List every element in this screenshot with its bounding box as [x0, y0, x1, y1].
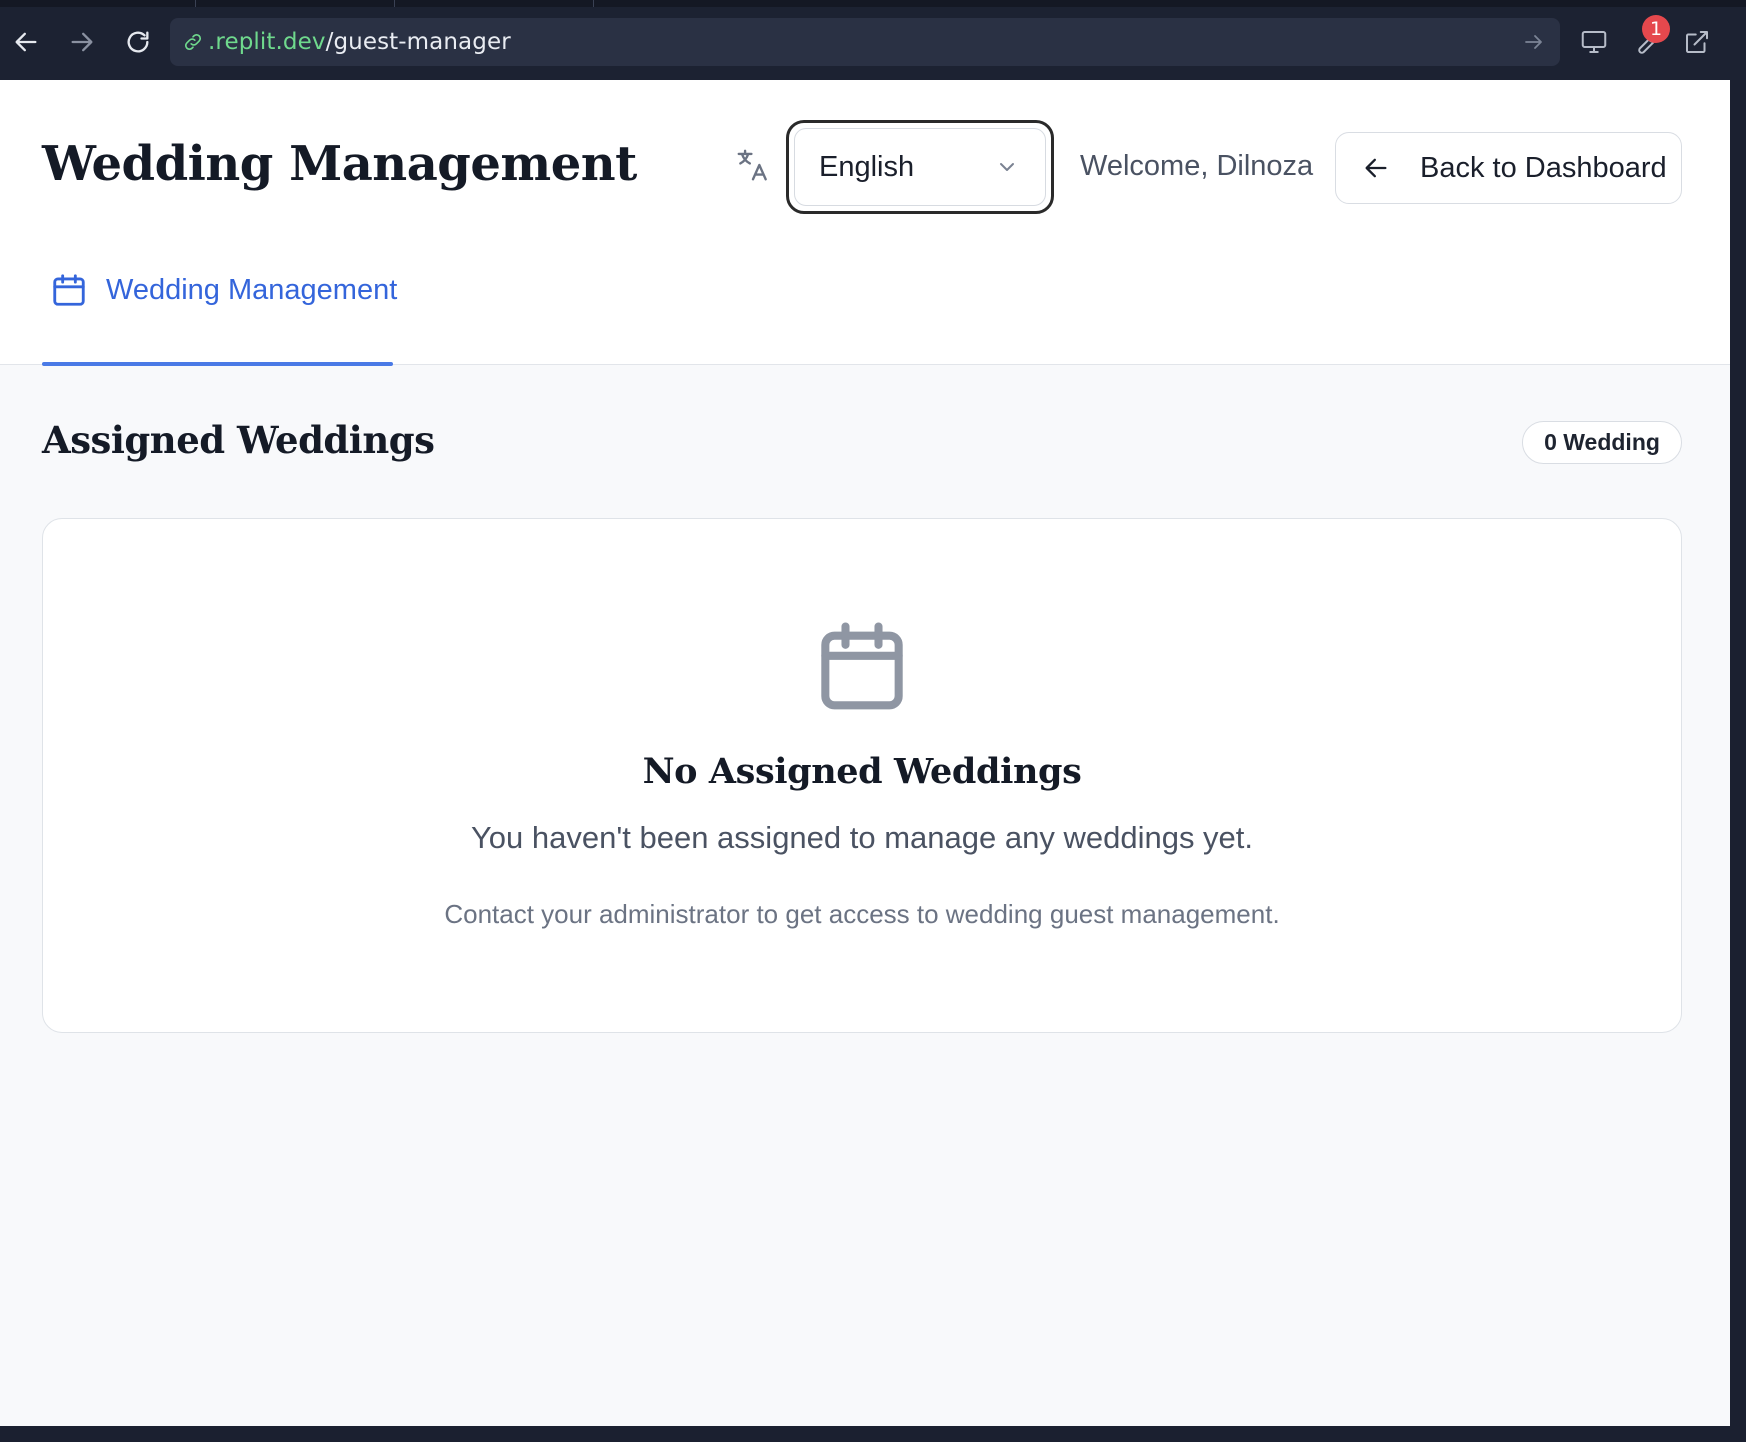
forward-arrow-icon — [71, 32, 93, 52]
tab-label: Wedding Management — [106, 274, 398, 306]
empty-state-subtitle: You haven't been assigned to manage any … — [470, 820, 1254, 855]
back-to-dashboard-button[interactable]: Back to Dashboard — [1335, 132, 1682, 204]
section-title: Assigned Weddings — [42, 418, 435, 462]
tab-wedding-management[interactable]: Wedding Management — [42, 260, 397, 366]
browser-forward-button[interactable] — [62, 22, 102, 62]
language-select[interactable]: English — [786, 120, 1054, 214]
chevron-down-icon — [1000, 163, 1014, 171]
translate-icon — [737, 149, 767, 181]
url-text: .replit.dev/guest-manager — [208, 29, 511, 55]
tab-separator — [394, 0, 395, 7]
calendar-icon — [53, 274, 85, 306]
browser-reload-button[interactable] — [118, 22, 158, 62]
back-arrow-icon — [15, 32, 37, 52]
back-to-dashboard-label: Back to Dashboard — [1420, 151, 1667, 184]
browser-toolbar: .replit.dev/guest-manager 1 — [0, 0, 1746, 80]
open-new-window-button[interactable] — [1677, 22, 1717, 62]
window-edge — [0, 1426, 1746, 1442]
monitor-icon — [1581, 31, 1607, 53]
arrow-left-icon — [1365, 158, 1387, 178]
empty-state-card: No Assigned Weddings You haven't been as… — [42, 518, 1682, 1033]
address-bar[interactable]: .replit.dev/guest-manager — [170, 18, 1560, 66]
calendar-icon — [821, 622, 903, 710]
welcome-text: Welcome, Dilnoza — [1080, 150, 1314, 182]
empty-state-hint: Contact your administrator to get access… — [444, 899, 1280, 929]
tab-separator — [593, 0, 594, 7]
active-tab-indicator — [42, 362, 393, 366]
page-title: Wedding Management — [42, 136, 637, 192]
notification-badge: 1 — [1642, 15, 1670, 43]
page-header: Wedding Management English Welcome, Diln… — [0, 80, 1730, 366]
wedding-count-badge: 0 Wedding — [1522, 421, 1682, 464]
tab-separator — [195, 0, 196, 7]
url-domain: .replit.dev — [208, 29, 326, 55]
window-edge — [1730, 80, 1746, 1426]
app-page: Wedding Management English Welcome, Diln… — [0, 80, 1730, 1426]
language-select-value: English — [819, 150, 915, 183]
reload-icon — [127, 31, 149, 53]
go-arrow-icon[interactable] — [1522, 30, 1546, 54]
external-link-icon — [1686, 31, 1708, 53]
browser-tabstrip — [0, 0, 1746, 7]
browser-back-button[interactable] — [6, 22, 46, 62]
empty-state-title: No Assigned Weddings — [642, 751, 1082, 792]
language-select-field[interactable]: English — [794, 128, 1046, 206]
devices-button[interactable] — [1574, 22, 1614, 62]
url-path: /guest-manager — [325, 29, 511, 55]
link-icon — [184, 33, 202, 51]
